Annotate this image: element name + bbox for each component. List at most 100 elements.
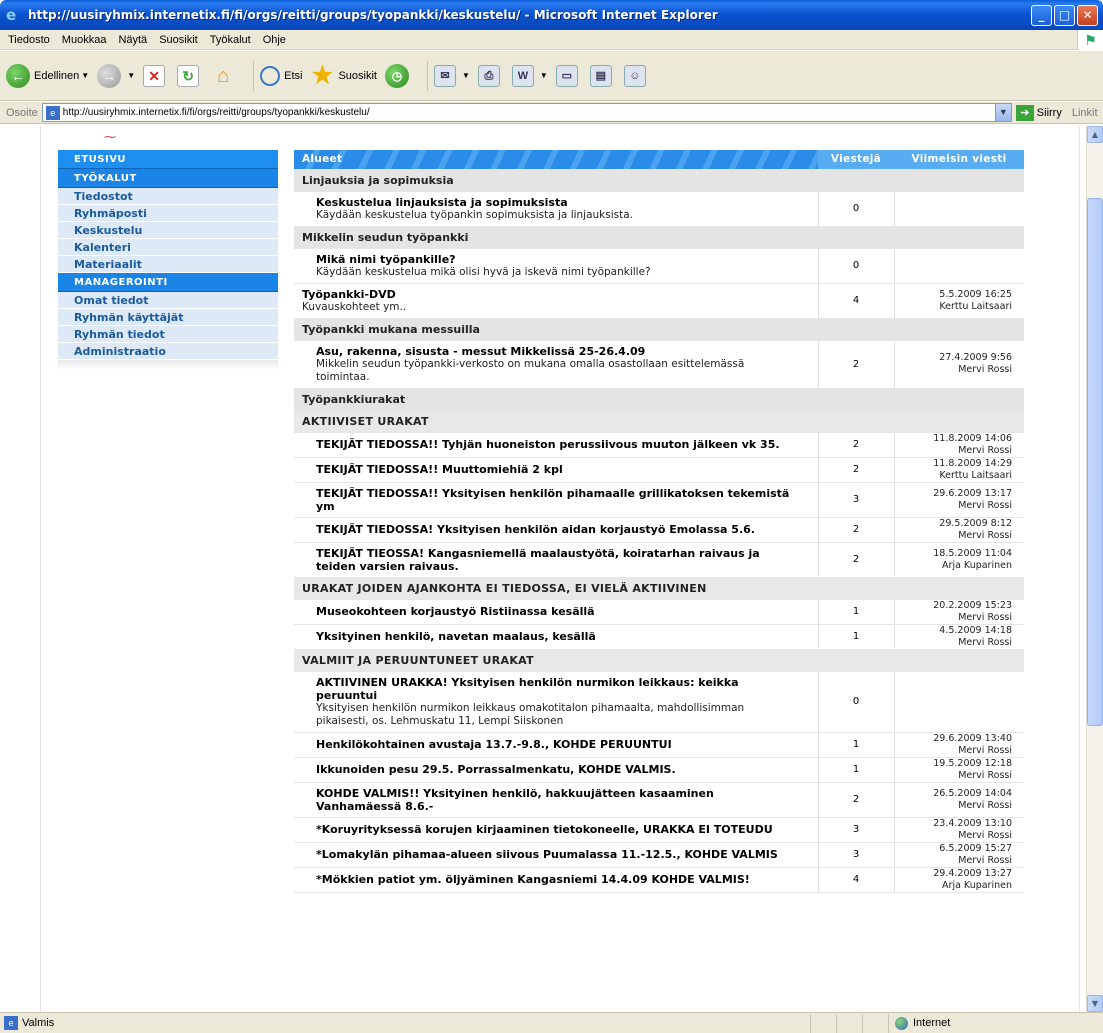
links-button[interactable]: Linkit	[1072, 107, 1098, 119]
topic-title-link[interactable]: Yksityinen henkilö, navetan maalaus, kes…	[316, 630, 798, 643]
search-icon	[260, 65, 281, 86]
topic-title-link[interactable]: TEKIJÄT TIEDOSSA!! Yksityisen henkilön p…	[316, 487, 798, 513]
sidebar-item-files[interactable]: Tiedostot	[58, 188, 278, 205]
menu-help[interactable]: Ohje	[263, 34, 286, 46]
topic-title-link[interactable]: AKTIIVINEN URAKKA! Yksityisen henkilön n…	[316, 676, 798, 702]
topic-row[interactable]: Yksityinen henkilö, navetan maalaus, kes…	[294, 624, 1024, 650]
home-button[interactable]: ⌂	[211, 64, 239, 88]
subcategory-title: URAKAT JOIDEN AJANKOHTA EI TIEDOSSA, EI …	[294, 577, 1024, 600]
topic-title-link[interactable]: *Koruyrityksessä korujen kirjaaminen tie…	[316, 823, 798, 836]
topic-count: 2	[817, 340, 894, 389]
edit-button[interactable]: W ▼	[511, 64, 548, 87]
menu-favorites[interactable]: Suosikit	[159, 34, 198, 46]
topic-title-link[interactable]: Ikkunoiden pesu 29.5. Porrassalmenkatu, …	[316, 763, 798, 776]
topic-row[interactable]: Ikkunoiden pesu 29.5. Porrassalmenkatu, …	[294, 757, 1024, 783]
minimize-button[interactable]: _	[1031, 4, 1052, 26]
topic-row[interactable]: TEKIJÄT TIEDOSSA!! Yksityisen henkilön p…	[294, 482, 1024, 518]
close-button[interactable]: ✕	[1077, 4, 1098, 26]
topic-title-link[interactable]: Henkilökohtainen avustaja 13.7.-9.8., KO…	[316, 738, 798, 751]
topic-row[interactable]: Keskustelua linjauksista ja sopimuksista…	[294, 191, 1024, 227]
menu-file[interactable]: Tiedosto	[8, 34, 50, 46]
address-url[interactable]: http://uusiryhmix.internetix.fi/fi/orgs/…	[63, 107, 995, 118]
topic-row[interactable]: TEKIJÄT TIEDOSSA! Yksityisen henkilön ai…	[294, 517, 1024, 543]
topic-latest: 6.5.2009 15:27 Mervi Rossi	[893, 842, 1024, 868]
address-input[interactable]: e http://uusiryhmix.internetix.fi/fi/org…	[41, 103, 1012, 122]
topic-row[interactable]: TEKIJÄT TIEOSSA! Kangasniemellä maalaust…	[294, 542, 1024, 578]
topic-row[interactable]: *Lomakylän pihamaa-alueen siivous Puumal…	[294, 842, 1024, 868]
messenger-button[interactable]: ☺	[623, 64, 650, 87]
topic-row[interactable]: TEKIJÄT TIEDOSSA!! Tyhjän huoneiston per…	[294, 432, 1024, 458]
topic-row[interactable]: *Koruyrityksessä korujen kirjaaminen tie…	[294, 817, 1024, 843]
print-button[interactable]: ⎙	[477, 64, 504, 87]
topic-row[interactable]: Mikä nimi työpankille? Käydään keskustelu…	[294, 248, 1024, 284]
topic-title-link[interactable]: Museokohteen korjaustyö Ristiinassa kesä…	[316, 605, 798, 618]
topic-latest: 29.6.2009 13:40 Mervi Rossi	[893, 732, 1024, 758]
latest-date: 11.8.2009 14:06	[933, 432, 1012, 444]
history-button[interactable]: ◷	[384, 63, 413, 88]
topic-title-link[interactable]: KOHDE VALMIS!! Yksityinen henkilö, hakku…	[316, 787, 798, 813]
topic-row[interactable]: *Mökkien patiot ym. öljyäminen Kangasnie…	[294, 867, 1024, 893]
security-zone: Internet	[888, 1013, 1078, 1033]
topic-row[interactable]: AKTIIVINEN URAKKA! Yksityisen henkilön n…	[294, 671, 1024, 733]
topic-title-link[interactable]: *Lomakylän pihamaa-alueen siivous Puumal…	[316, 848, 798, 861]
favorites-label: Suosikit	[338, 69, 377, 82]
status-text: Valmis	[22, 1017, 55, 1029]
mail-button[interactable]: ✉ ▼	[433, 64, 470, 87]
topic-latest: 19.5.2009 12:18 Mervi Rossi	[893, 757, 1024, 783]
sidebar-item-group-info[interactable]: Ryhmän tiedot	[58, 326, 278, 343]
window-titlebar[interactable]: e http://uusiryhmix.internetix.fi/fi/org…	[0, 0, 1103, 30]
refresh-button[interactable]: ↻	[177, 64, 203, 87]
sidebar-item-group-users[interactable]: Ryhmän käyttäjät	[58, 309, 278, 326]
forward-dropdown-icon[interactable]: ▼	[127, 71, 135, 80]
topic-title-link[interactable]: TEKIJÄT TIEDOSSA! Yksityisen henkilön ai…	[316, 523, 798, 536]
topic-row[interactable]: Museokohteen korjaustyö Ristiinassa kesä…	[294, 599, 1024, 625]
header-message-count: Viestejä	[818, 150, 894, 170]
topic-row[interactable]: Työpankki-DVD Kuvauskohteet ym.. 4 5.5.20…	[294, 283, 1024, 319]
sidebar-item-calendar[interactable]: Kalenteri	[58, 239, 278, 256]
topic-title-link[interactable]: Mikä nimi työpankille?	[316, 253, 798, 266]
discuss-button[interactable]: ▭	[555, 64, 582, 87]
back-arrow-icon: ←	[6, 63, 30, 88]
go-button[interactable]: ➔ Siirry	[1015, 104, 1062, 121]
topic-row[interactable]: KOHDE VALMIS!! Yksityinen henkilö, hakku…	[294, 782, 1024, 818]
menu-view[interactable]: Näytä	[118, 34, 147, 46]
menu-tools[interactable]: Työkalut	[210, 34, 251, 46]
latest-date: 11.8.2009 14:29	[933, 457, 1012, 469]
mail-dropdown-icon[interactable]: ▼	[462, 71, 470, 80]
search-button[interactable]: Etsi	[260, 65, 302, 86]
sidebar-item-discussion[interactable]: Keskustelu	[58, 222, 278, 239]
vertical-scrollbar[interactable]: ▲ ▼	[1086, 126, 1103, 1012]
sidebar-item-own-info[interactable]: Omat tiedot	[58, 292, 278, 309]
topic-title-link[interactable]: TEKIJÄT TIEDOSSA!! Tyhjän huoneiston per…	[316, 438, 798, 451]
topic-row[interactable]: Asu, rakenna, sisusta - messut Mikkeliss…	[294, 340, 1024, 389]
back-button[interactable]: ← Edellinen ▼	[6, 63, 89, 88]
topic-title-link[interactable]: Asu, rakenna, sisusta - messut Mikkeliss…	[316, 345, 798, 358]
favorites-button[interactable]: ★ Suosikit	[310, 63, 377, 88]
latest-date: 29.6.2009 13:17	[933, 487, 1012, 499]
topic-title-link[interactable]: TEKIJÄT TIEOSSA! Kangasniemellä maalaust…	[316, 547, 798, 573]
menu-edit[interactable]: Muokkaa	[62, 34, 107, 46]
forward-button[interactable]: → ▼	[97, 63, 135, 88]
menu-bar: Tiedosto Muokkaa Näytä Suosikit Työkalut…	[0, 29, 1103, 50]
research-button[interactable]: ▤	[589, 64, 616, 87]
scroll-down-icon[interactable]: ▼	[1087, 995, 1103, 1012]
sidebar-item-administration[interactable]: Administraatio	[58, 343, 278, 360]
topic-row[interactable]: TEKIJÄT TIEDOSSA!! Muuttomiehiä 2 kpl 2 …	[294, 457, 1024, 483]
edit-dropdown-icon[interactable]: ▼	[540, 71, 548, 80]
topic-title-link[interactable]: Työpankki-DVD	[302, 288, 798, 301]
sidebar-item-groupmail[interactable]: Ryhmäposti	[58, 205, 278, 222]
scroll-up-icon[interactable]: ▲	[1087, 126, 1103, 143]
sidebar-home[interactable]: ETUSIVU	[58, 150, 278, 169]
topic-title-link[interactable]: TEKIJÄT TIEDOSSA!! Muuttomiehiä 2 kpl	[316, 463, 798, 476]
stop-button[interactable]: ✕	[143, 64, 169, 87]
back-dropdown-icon[interactable]: ▼	[81, 71, 89, 80]
topic-title-link[interactable]: Keskustelua linjauksista ja sopimuksista	[316, 196, 798, 209]
page-status-icon: e	[4, 1016, 18, 1030]
maximize-button[interactable]: □	[1054, 4, 1075, 26]
address-dropdown-icon[interactable]: ▼	[994, 104, 1011, 121]
scroll-thumb[interactable]	[1087, 198, 1103, 726]
sidebar-item-materials[interactable]: Materiaalit	[58, 256, 278, 273]
latest-user: Mervi Rossi	[958, 799, 1012, 811]
topic-row[interactable]: Henkilökohtainen avustaja 13.7.-9.8., KO…	[294, 732, 1024, 758]
topic-title-link[interactable]: *Mökkien patiot ym. öljyäminen Kangasnie…	[316, 873, 798, 886]
